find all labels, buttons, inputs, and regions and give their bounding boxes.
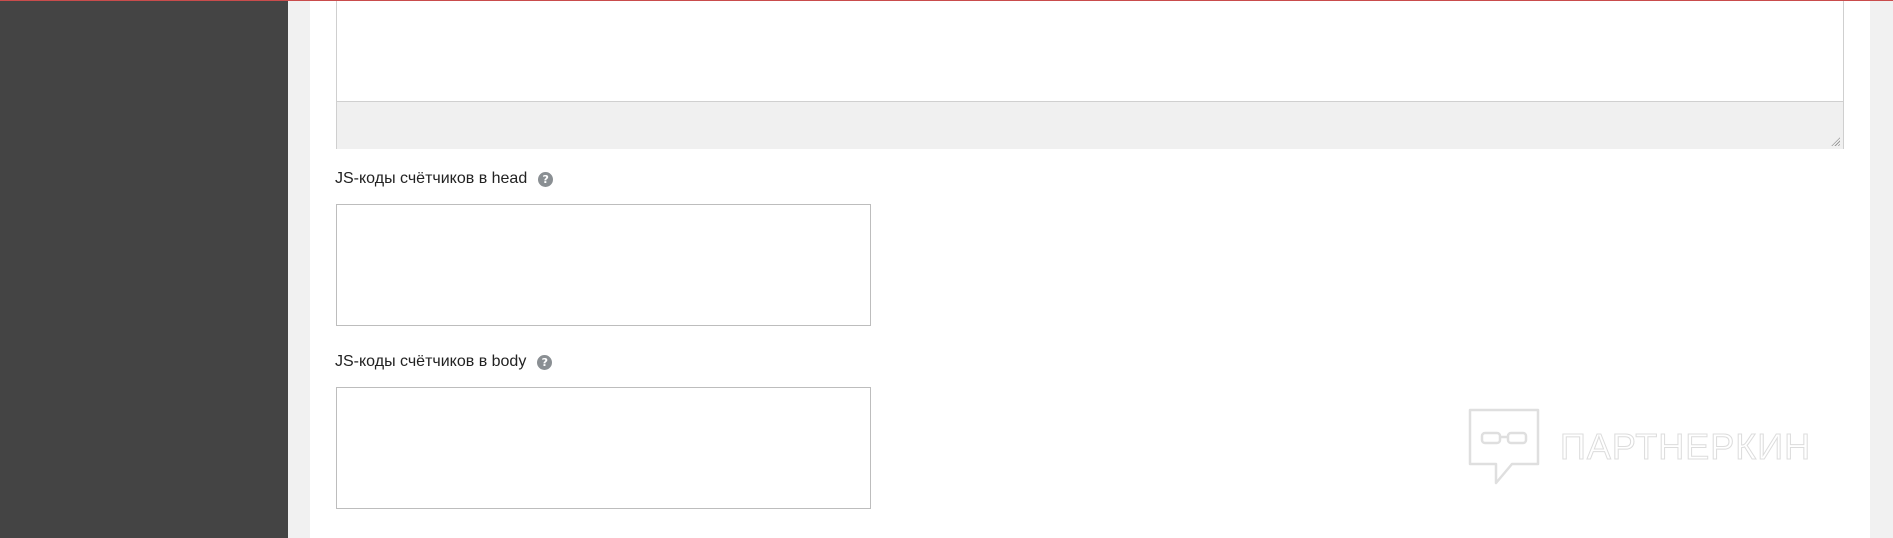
watermark: ПАРТНЕРКИН	[1466, 406, 1811, 487]
rich-text-editor	[336, 0, 1844, 149]
body-code-textarea[interactable]	[336, 387, 871, 509]
head-code-label: JS-коды счётчиков в head ?	[335, 168, 554, 190]
editor-text-area[interactable]	[337, 0, 1843, 101]
partnerkin-logo-icon	[1468, 408, 1540, 485]
head-code-label-text: JS-коды счётчиков в head	[335, 170, 528, 187]
body-code-label: JS-коды счётчиков в body ?	[335, 351, 553, 373]
body-code-label-text: JS-коды счётчиков в body	[335, 353, 527, 370]
watermark-text: ПАРТНЕРКИН	[1559, 425, 1812, 467]
help-icon[interactable]: ?	[537, 354, 553, 370]
help-icon[interactable]: ?	[538, 171, 554, 187]
top-accent-line	[0, 0, 1893, 1]
sidebar	[0, 0, 288, 538]
editor-statusbar	[337, 101, 1843, 149]
head-code-textarea[interactable]	[336, 204, 871, 326]
resize-grip-icon[interactable]	[1830, 136, 1840, 146]
